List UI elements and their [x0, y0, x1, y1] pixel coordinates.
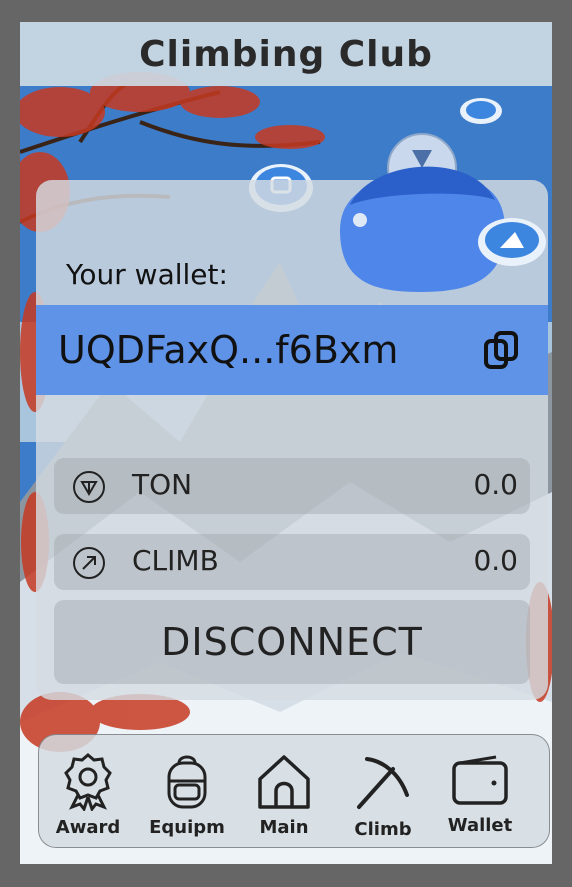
- nav-item-equipment[interactable]: Equipm: [142, 745, 232, 845]
- wallet-address-bar: UQDFaxQ...f6Bxm: [36, 305, 548, 395]
- nav-label: Climb: [354, 819, 412, 840]
- home-icon: [258, 755, 310, 809]
- nav-label: Wallet: [447, 815, 513, 836]
- token-balance: 0.0: [473, 544, 518, 577]
- backpack-icon: [167, 755, 207, 809]
- disconnect-label: DISCONNECT: [161, 620, 423, 664]
- token-row-ton: TON 0.0: [54, 458, 530, 514]
- token-row-climb: CLIMB 0.0: [54, 534, 530, 590]
- token-name: TON: [132, 468, 193, 501]
- nav-label: Main: [259, 817, 309, 838]
- nav-item-climb[interactable]: Climb: [338, 745, 428, 845]
- wallet-address[interactable]: UQDFaxQ...f6Bxm: [58, 328, 398, 372]
- wallet-label: Your wallet:: [66, 258, 228, 291]
- nav-item-award[interactable]: Award: [43, 745, 133, 845]
- nav-label: Award: [55, 817, 121, 838]
- wallet-illustration: [340, 133, 546, 292]
- award-icon: [64, 753, 112, 811]
- app-title: Climbing Club: [139, 33, 433, 75]
- title-bar: Climbing Club: [20, 22, 552, 86]
- disconnect-button[interactable]: DISCONNECT: [54, 600, 530, 684]
- token-balance: 0.0: [473, 468, 518, 501]
- nav-label: Equipm: [149, 817, 225, 838]
- wallet-icon: [452, 755, 508, 805]
- app-screen: Climbing Club Your wallet: UQDFaxQ...f6B…: [20, 22, 552, 864]
- copy-icon: [484, 331, 518, 369]
- bottom-nav-bar: Award Equipm Main Climb Wallet: [38, 734, 550, 848]
- ton-icon: [73, 471, 105, 503]
- copy-button[interactable]: [480, 327, 524, 373]
- climb-icon: [73, 547, 105, 579]
- pickaxe-icon: [357, 757, 409, 809]
- nav-item-main[interactable]: Main: [239, 745, 329, 845]
- token-name: CLIMB: [132, 544, 219, 577]
- nav-item-wallet[interactable]: Wallet: [435, 745, 525, 845]
